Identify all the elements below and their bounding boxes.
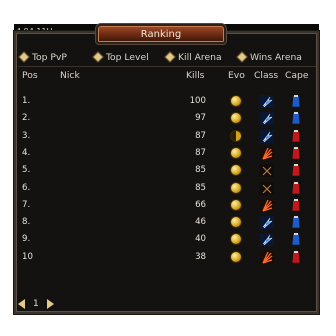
- table-row[interactable]: 5. 85: [18, 162, 316, 179]
- evo-orb-icon: [230, 216, 242, 229]
- diamond-icon: [18, 51, 30, 63]
- cape-icon: [291, 216, 301, 229]
- diamond-icon: [164, 51, 176, 63]
- row-position: 9.: [22, 234, 31, 245]
- lightning-icon: [260, 95, 274, 108]
- window-title-tab: Ranking: [96, 24, 226, 44]
- tab-top-pvp[interactable]: Top PvP: [18, 51, 67, 63]
- evo-orb-icon: [230, 95, 242, 107]
- swords-icon: [260, 181, 274, 195]
- next-page-arrow-icon[interactable]: [46, 299, 54, 309]
- evo-orb-icon: [230, 129, 242, 142]
- cape-icon: [291, 164, 301, 177]
- column-header-kills: Kills: [186, 70, 205, 81]
- cape-icon: [291, 129, 301, 142]
- prev-page-arrow-icon[interactable]: [18, 299, 25, 309]
- swords-icon: [260, 164, 274, 178]
- table-row[interactable]: 2. 97: [18, 110, 316, 127]
- tabs-divider: [18, 66, 316, 67]
- column-header-nick: Nick: [60, 70, 80, 81]
- row-kills: 66: [195, 199, 206, 210]
- row-kills: 87: [195, 147, 206, 158]
- pagination: 1: [18, 298, 54, 310]
- tab-label: Kill Arena: [178, 51, 222, 63]
- table-row[interactable]: 1. 100: [18, 93, 316, 110]
- row-position: 1.: [22, 96, 31, 106]
- table-row[interactable]: 6. 85: [18, 180, 316, 197]
- tab-label: Top PvP: [32, 51, 67, 63]
- lightning-icon: [260, 233, 274, 247]
- row-kills: 85: [195, 182, 206, 193]
- tab-label: Wins Arena: [250, 51, 302, 63]
- row-kills: 87: [195, 130, 206, 141]
- fan-icon: [260, 198, 274, 212]
- table-row[interactable]: 3. 87: [18, 128, 316, 145]
- column-header-class: Class: [254, 70, 279, 81]
- evo-orb-icon: [230, 198, 242, 211]
- row-position: 7.: [22, 199, 31, 210]
- column-header-pos: Pos: [22, 70, 38, 81]
- column-header-cape: Cape: [285, 70, 309, 81]
- row-position: 8.: [22, 217, 31, 228]
- cape-icon: [291, 250, 301, 263]
- row-position: 4.: [22, 147, 31, 158]
- tab-top-level[interactable]: Top Level: [92, 51, 149, 63]
- lightning-icon: [260, 216, 274, 230]
- tab-label: Top Level: [106, 51, 149, 63]
- table-row[interactable]: 7. 66: [18, 197, 316, 214]
- diamond-icon: [236, 51, 248, 63]
- row-kills: 46: [195, 217, 206, 228]
- fan-icon: [260, 146, 274, 160]
- tab-kill-arena[interactable]: Kill Arena: [164, 51, 222, 63]
- cape-icon: [291, 233, 301, 246]
- row-position: 10: [22, 251, 33, 262]
- fan-icon: [260, 250, 274, 264]
- column-header-evo: Evo: [228, 70, 245, 81]
- page-number: 1: [33, 299, 39, 309]
- cape-icon: [291, 95, 301, 108]
- diamond-icon: [92, 51, 104, 63]
- cape-icon: [291, 112, 301, 125]
- cape-icon: [291, 146, 301, 160]
- cape-icon: [291, 198, 301, 212]
- window-title: Ranking: [140, 28, 182, 40]
- table-row[interactable]: 10 38: [18, 249, 316, 266]
- tab-wins-arena[interactable]: Wins Arena: [236, 51, 302, 63]
- evo-orb-icon: [230, 181, 242, 194]
- lightning-icon: [260, 112, 274, 126]
- table-row[interactable]: 8. 46: [18, 214, 316, 231]
- row-position: 5.: [22, 165, 31, 176]
- evo-orb-icon: [230, 250, 242, 263]
- row-kills: 38: [195, 251, 206, 262]
- row-kills: 100: [189, 96, 206, 106]
- evo-orb-icon: [230, 146, 242, 159]
- row-position: 2.: [22, 113, 31, 124]
- table-row[interactable]: 4. 87: [18, 145, 316, 162]
- ranking-tabs: Top PvP Top Level Kill Arena Wins Arena: [18, 50, 317, 64]
- evo-orb-icon: [230, 164, 242, 177]
- row-kills: 40: [195, 234, 206, 245]
- evo-orb-icon: [230, 233, 242, 246]
- lightning-icon: [260, 129, 274, 143]
- row-kills: 97: [195, 113, 206, 124]
- row-kills: 85: [195, 165, 206, 176]
- table-row[interactable]: 9. 40: [18, 231, 316, 248]
- row-position: 3.: [22, 130, 31, 141]
- cape-icon: [291, 181, 301, 194]
- evo-orb-icon: [230, 112, 242, 125]
- row-position: 6.: [22, 182, 31, 193]
